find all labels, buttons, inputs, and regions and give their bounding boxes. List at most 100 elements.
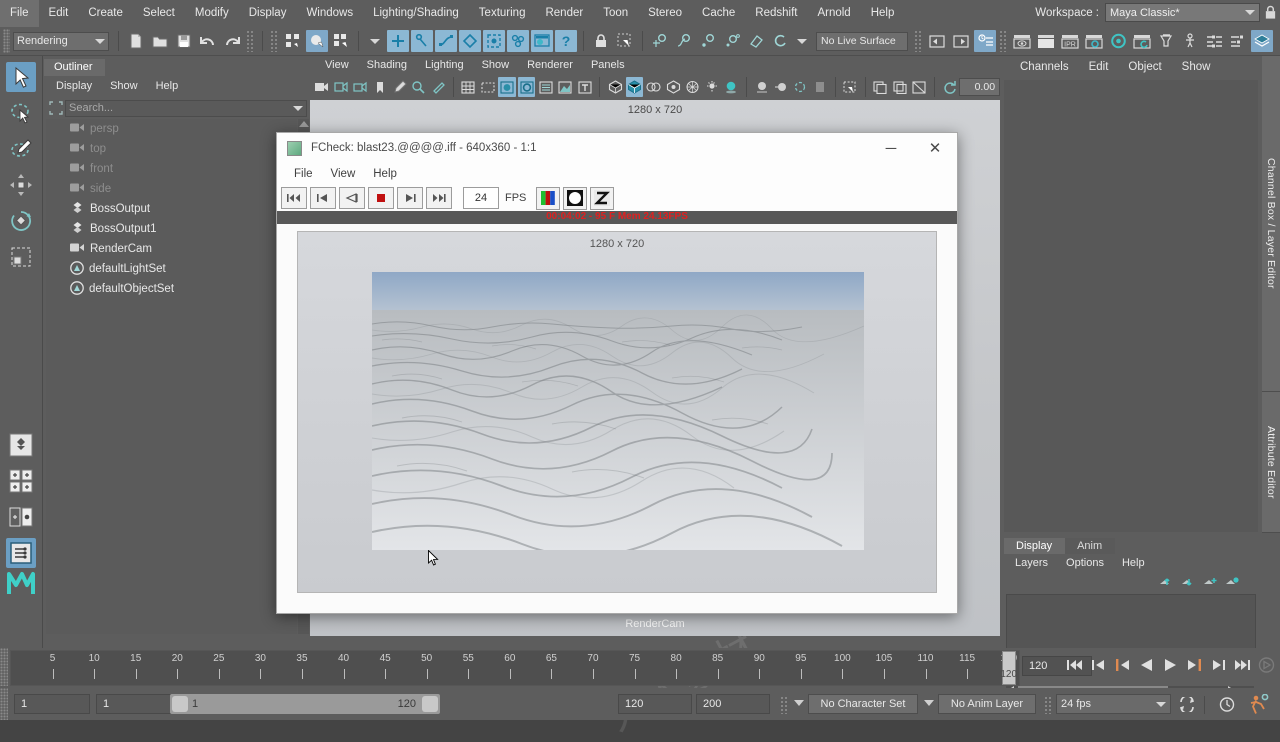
mask-handles-button[interactable] (387, 30, 409, 52)
select-by-hierarchy-button[interactable] (282, 30, 304, 52)
menu-texturing[interactable]: Texturing (469, 0, 536, 27)
channelbox-menu-object[interactable]: Object (1118, 59, 1171, 75)
lighting-display-icon[interactable] (557, 77, 574, 97)
render-sequence-button[interactable] (1035, 30, 1057, 52)
viewport-menu-renderer[interactable]: Renderer (518, 58, 582, 72)
range-slider[interactable]: 1 120 (170, 694, 440, 714)
play-backwards-button[interactable] (1136, 654, 1156, 676)
alpha-channel-button[interactable] (563, 186, 588, 210)
four-panel-layout-button[interactable] (6, 466, 36, 496)
camera-attributes-icon[interactable] (332, 77, 349, 97)
toolbar-divider[interactable] (999, 30, 1008, 52)
outliner-item-defaultlightset[interactable]: defaultLightSet (46, 259, 297, 279)
timeline-grip[interactable] (0, 648, 8, 686)
expand-mask-icon[interactable] (370, 38, 380, 44)
range-end-field[interactable]: 120 (618, 694, 692, 714)
outliner-item-bossoutput1[interactable]: BossOutput1 (46, 219, 297, 239)
menu-render[interactable]: Render (535, 0, 593, 27)
outliner-item-top[interactable]: top (46, 139, 297, 159)
fcheck-menu-file[interactable]: File (285, 166, 322, 182)
textured-display-icon[interactable] (537, 77, 554, 97)
paint-effects-icon[interactable] (391, 77, 408, 97)
menu-redshift[interactable]: Redshift (745, 0, 807, 27)
fps-dropdown[interactable]: 24 fps (1056, 694, 1171, 714)
menu-file[interactable]: File (0, 0, 39, 27)
xray-active-components-icon[interactable] (664, 77, 681, 97)
outliner-layout-button[interactable] (6, 538, 36, 568)
outliner-tab[interactable]: Outliner (44, 56, 309, 76)
layer-menu-help[interactable]: Help (1113, 556, 1154, 570)
toolbar-divider[interactable] (246, 30, 255, 52)
outliner-item-front[interactable]: front (46, 159, 297, 179)
mask-joints-button[interactable] (411, 30, 433, 52)
menu-select[interactable]: Select (133, 0, 185, 27)
mask-dynamics-button[interactable] (507, 30, 529, 52)
step-back-button[interactable] (310, 187, 336, 209)
menu-stereo[interactable]: Stereo (638, 0, 692, 27)
lock-selection-button[interactable] (590, 30, 612, 52)
shadows-icon[interactable] (723, 77, 740, 97)
select-by-component-type-button[interactable] (330, 30, 352, 52)
hypershade-button[interactable] (1107, 30, 1129, 52)
new-scene-button[interactable] (125, 30, 147, 52)
search-scope-icon[interactable] (46, 99, 65, 117)
lock-camera-icon[interactable] (352, 77, 369, 97)
channelbox-menu-channels[interactable]: Channels (1010, 59, 1079, 75)
outliner-item-rendercam[interactable]: RenderCam (46, 239, 297, 259)
range-start-field[interactable]: 1 (96, 694, 172, 714)
menu-modify[interactable]: Modify (185, 0, 239, 27)
outliner-item-persp[interactable]: persp (46, 119, 297, 139)
workspace-dropdown[interactable]: Maya Classic* (1105, 3, 1260, 22)
toolbar-divider[interactable] (270, 30, 279, 52)
character-set-field[interactable]: No Character Set (808, 694, 918, 714)
snap-to-curve-button[interactable] (673, 30, 695, 52)
snap-to-point-button[interactable] (697, 30, 719, 52)
xray-joints-icon[interactable] (645, 77, 662, 97)
character-set-dropdown-icon[interactable] (794, 700, 804, 706)
new-layer-from-selection-icon[interactable] (1225, 576, 1240, 589)
viewport-menu-view[interactable]: View (316, 58, 358, 72)
depth-of-field-icon[interactable] (811, 77, 828, 97)
menu-arnold[interactable]: Arnold (807, 0, 860, 27)
mask-rendering-button[interactable] (531, 30, 553, 52)
menu-windows[interactable]: Windows (296, 0, 363, 27)
step-back-key-button[interactable] (1088, 654, 1108, 676)
move-layer-up-icon[interactable] (1159, 576, 1174, 589)
play-forwards-button[interactable] (1160, 654, 1180, 676)
mask-surfaces-button[interactable] (459, 30, 481, 52)
outliner-menu-show[interactable]: Show (102, 79, 146, 93)
layer-menu-options[interactable]: Options (1057, 556, 1113, 570)
exposure-reset-icon[interactable] (941, 77, 958, 97)
chevron-down-icon[interactable] (797, 38, 807, 44)
outliner-toggle-button[interactable] (1203, 30, 1225, 52)
tab-attribute-editor[interactable]: Attribute Editor (1262, 392, 1280, 533)
scroll-up-arrow-icon[interactable] (298, 121, 309, 127)
range-slider-left-knob[interactable] (172, 696, 188, 712)
select-by-object-type-button[interactable] (306, 30, 328, 52)
smooth-shade-icon[interactable] (684, 77, 701, 97)
redo-button[interactable] (221, 30, 243, 52)
channelbox-menu-edit[interactable]: Edit (1079, 59, 1119, 75)
toolbar-divider[interactable] (914, 30, 923, 52)
fcheck-window[interactable]: FCheck: blast23.@@@@.iff - 640x360 - 1:1… (276, 132, 958, 614)
rotate-tool-button[interactable] (6, 206, 36, 236)
menu-help[interactable]: Help (861, 0, 905, 27)
show-attribute-editor-button[interactable] (974, 30, 996, 52)
viewport-menu-shading[interactable]: Shading (358, 58, 416, 72)
outliner-item-side[interactable]: side (46, 179, 297, 199)
go-to-end-button[interactable] (426, 187, 452, 209)
go-to-start-button[interactable] (1064, 654, 1084, 676)
search-input[interactable]: Search... (65, 99, 307, 117)
shade-all-icon[interactable] (625, 77, 644, 97)
xray-display-icon[interactable] (606, 77, 623, 97)
fcheck-menu-view[interactable]: View (322, 166, 365, 182)
layer-editor-button[interactable] (1251, 30, 1273, 52)
layer-menu-layers[interactable]: Layers (1006, 556, 1057, 570)
channelbox-menu-show[interactable]: Show (1172, 59, 1221, 75)
animation-start-field[interactable]: 1 (14, 694, 90, 714)
scale-tool-button[interactable] (6, 242, 36, 272)
paint-select-tool-button[interactable] (6, 134, 36, 164)
copy-layer-icon[interactable] (891, 77, 908, 97)
isolate-select-icon[interactable] (841, 77, 858, 97)
workspace-selector[interactable]: Workspace : Maya Classic* (1035, 3, 1260, 22)
